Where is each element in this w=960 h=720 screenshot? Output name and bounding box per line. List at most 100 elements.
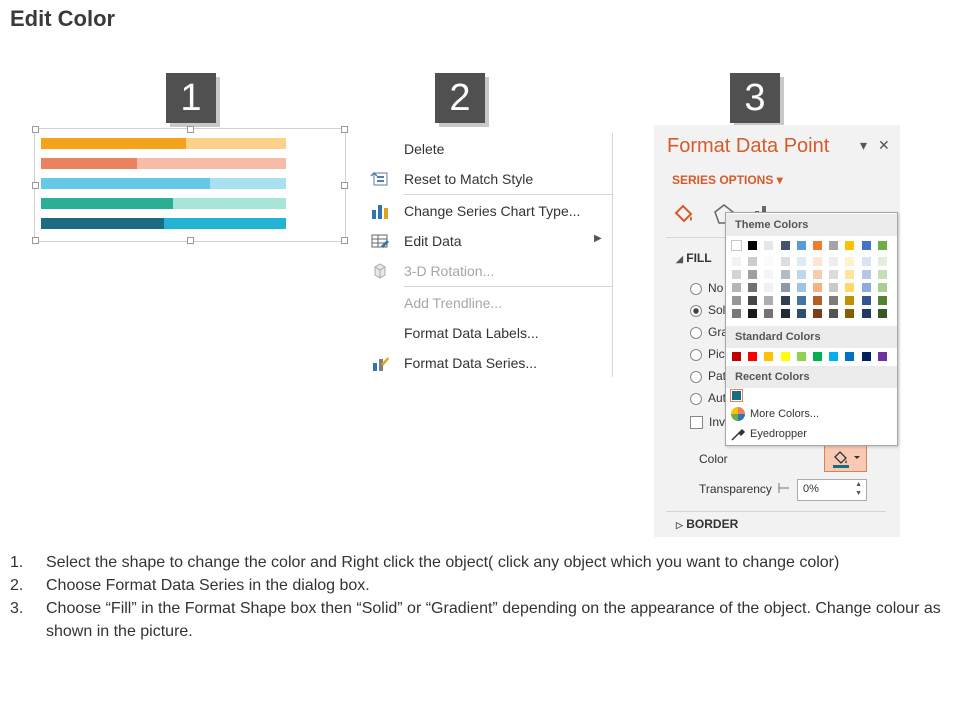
- standard-color-swatch[interactable]: [779, 351, 791, 362]
- fill-line-icon[interactable]: [672, 203, 696, 230]
- fill-option-picture[interactable]: Pict: [690, 347, 728, 361]
- theme-shade-swatch[interactable]: [844, 295, 856, 306]
- theme-shade-swatch[interactable]: [747, 256, 759, 267]
- standard-color-swatch[interactable]: [828, 351, 840, 362]
- selection-handle[interactable]: [187, 126, 194, 133]
- theme-shade-swatch[interactable]: [747, 295, 759, 306]
- theme-shade-swatch[interactable]: [860, 256, 872, 267]
- menu-item-change-series-chart-type[interactable]: Change Series Chart Type...: [366, 197, 612, 225]
- theme-shade-swatch[interactable]: [763, 295, 775, 306]
- fill-option-pattern[interactable]: Pat: [690, 369, 726, 383]
- selection-handle[interactable]: [187, 237, 194, 244]
- theme-shade-swatch[interactable]: [876, 308, 888, 319]
- theme-color-swatch[interactable]: [779, 240, 791, 251]
- theme-shade-swatch[interactable]: [812, 282, 823, 293]
- bar-fill[interactable]: [41, 138, 186, 149]
- theme-shade-swatch[interactable]: [731, 256, 742, 267]
- theme-shade-swatch[interactable]: [828, 269, 840, 280]
- theme-shade-swatch[interactable]: [860, 308, 872, 319]
- transparency-slider[interactable]: [778, 481, 790, 495]
- theme-shade-swatch[interactable]: [860, 282, 872, 293]
- theme-color-swatch[interactable]: [828, 240, 840, 251]
- theme-color-swatch[interactable]: [860, 240, 872, 251]
- selection-handle[interactable]: [341, 126, 348, 133]
- theme-color-swatch[interactable]: [795, 240, 807, 251]
- fill-option-automatic[interactable]: Aut: [690, 391, 726, 405]
- theme-shade-swatch[interactable]: [763, 256, 775, 267]
- theme-shade-swatch[interactable]: [844, 269, 856, 280]
- theme-color-swatch[interactable]: [731, 240, 742, 251]
- theme-shade-swatch[interactable]: [812, 308, 823, 319]
- theme-shade-swatch[interactable]: [844, 256, 856, 267]
- theme-shade-swatch[interactable]: [747, 282, 759, 293]
- theme-shade-swatch[interactable]: [779, 256, 791, 267]
- theme-shade-swatch[interactable]: [795, 308, 807, 319]
- theme-shade-swatch[interactable]: [812, 295, 823, 306]
- theme-shade-swatch[interactable]: [795, 282, 807, 293]
- theme-shade-swatch[interactable]: [747, 269, 759, 280]
- more-colors-item[interactable]: More Colors...: [726, 405, 897, 423]
- standard-color-swatch[interactable]: [844, 351, 856, 362]
- theme-shade-swatch[interactable]: [812, 256, 823, 267]
- theme-color-swatch[interactable]: [747, 240, 759, 251]
- theme-shade-swatch[interactable]: [747, 308, 759, 319]
- standard-color-swatch[interactable]: [876, 351, 888, 362]
- menu-item-reset-to-match-style[interactable]: Reset to Match Style: [366, 165, 612, 193]
- theme-color-swatch[interactable]: [844, 240, 856, 251]
- eyedropper-item[interactable]: Eyedropper: [726, 425, 897, 443]
- theme-shade-swatch[interactable]: [779, 269, 791, 280]
- theme-shade-swatch[interactable]: [876, 256, 888, 267]
- pane-options-arrow-icon[interactable]: ▾: [860, 137, 867, 154]
- theme-shade-swatch[interactable]: [779, 308, 791, 319]
- theme-shade-swatch[interactable]: [828, 256, 840, 267]
- theme-shade-swatch[interactable]: [763, 308, 775, 319]
- theme-shade-swatch[interactable]: [844, 308, 856, 319]
- theme-shade-swatch[interactable]: [795, 269, 807, 280]
- theme-shade-swatch[interactable]: [828, 308, 840, 319]
- theme-shade-swatch[interactable]: [795, 295, 807, 306]
- fill-option-solid[interactable]: Soli: [690, 303, 728, 317]
- fill-option-gradient[interactable]: Gra: [690, 325, 728, 339]
- menu-item-format-data-labels[interactable]: Format Data Labels...: [366, 319, 612, 347]
- selection-handle[interactable]: [341, 237, 348, 244]
- transparency-input[interactable]: 0% ▲ ▼: [797, 479, 867, 501]
- menu-item-edit-data[interactable]: Edit Data ▶: [366, 227, 612, 255]
- menu-item-format-data-series[interactable]: Format Data Series...: [366, 349, 612, 377]
- theme-color-swatch[interactable]: [763, 240, 775, 251]
- theme-shade-swatch[interactable]: [731, 295, 742, 306]
- standard-color-swatch[interactable]: [860, 351, 872, 362]
- theme-shade-swatch[interactable]: [731, 269, 742, 280]
- bar-fill[interactable]: [41, 158, 137, 169]
- selection-handle[interactable]: [341, 182, 348, 189]
- theme-color-swatch[interactable]: [876, 240, 888, 251]
- theme-shade-swatch[interactable]: [779, 295, 791, 306]
- theme-shade-swatch[interactable]: [828, 295, 840, 306]
- close-icon[interactable]: ✕: [878, 137, 890, 154]
- theme-shade-swatch[interactable]: [828, 282, 840, 293]
- theme-shade-swatch[interactable]: [731, 308, 742, 319]
- bar-chart-preview[interactable]: [32, 126, 348, 244]
- bar-fill[interactable]: [41, 198, 173, 209]
- recent-color-swatch[interactable]: [730, 389, 743, 402]
- bar-fill[interactable]: [41, 218, 164, 229]
- selection-handle[interactable]: [32, 182, 39, 189]
- theme-shade-swatch[interactable]: [860, 269, 872, 280]
- fill-option-none[interactable]: No: [690, 281, 723, 295]
- theme-shade-swatch[interactable]: [876, 295, 888, 306]
- theme-shade-swatch[interactable]: [731, 282, 742, 293]
- border-section-header[interactable]: ▷ BORDER: [676, 517, 738, 531]
- theme-shade-swatch[interactable]: [844, 282, 856, 293]
- theme-shade-swatch[interactable]: [779, 282, 791, 293]
- standard-color-swatch[interactable]: [795, 351, 807, 362]
- fill-section-header[interactable]: ◢ FILL: [676, 251, 712, 265]
- selection-handle[interactable]: [32, 237, 39, 244]
- series-options-dropdown[interactable]: SERIES OPTIONS ▾: [672, 173, 783, 187]
- selection-handle[interactable]: [32, 126, 39, 133]
- theme-shade-swatch[interactable]: [876, 282, 888, 293]
- standard-color-swatch[interactable]: [747, 351, 759, 362]
- standard-color-swatch[interactable]: [812, 351, 823, 362]
- theme-shade-swatch[interactable]: [795, 256, 807, 267]
- theme-shade-swatch[interactable]: [763, 269, 775, 280]
- theme-shade-swatch[interactable]: [860, 295, 872, 306]
- standard-color-swatch[interactable]: [763, 351, 775, 362]
